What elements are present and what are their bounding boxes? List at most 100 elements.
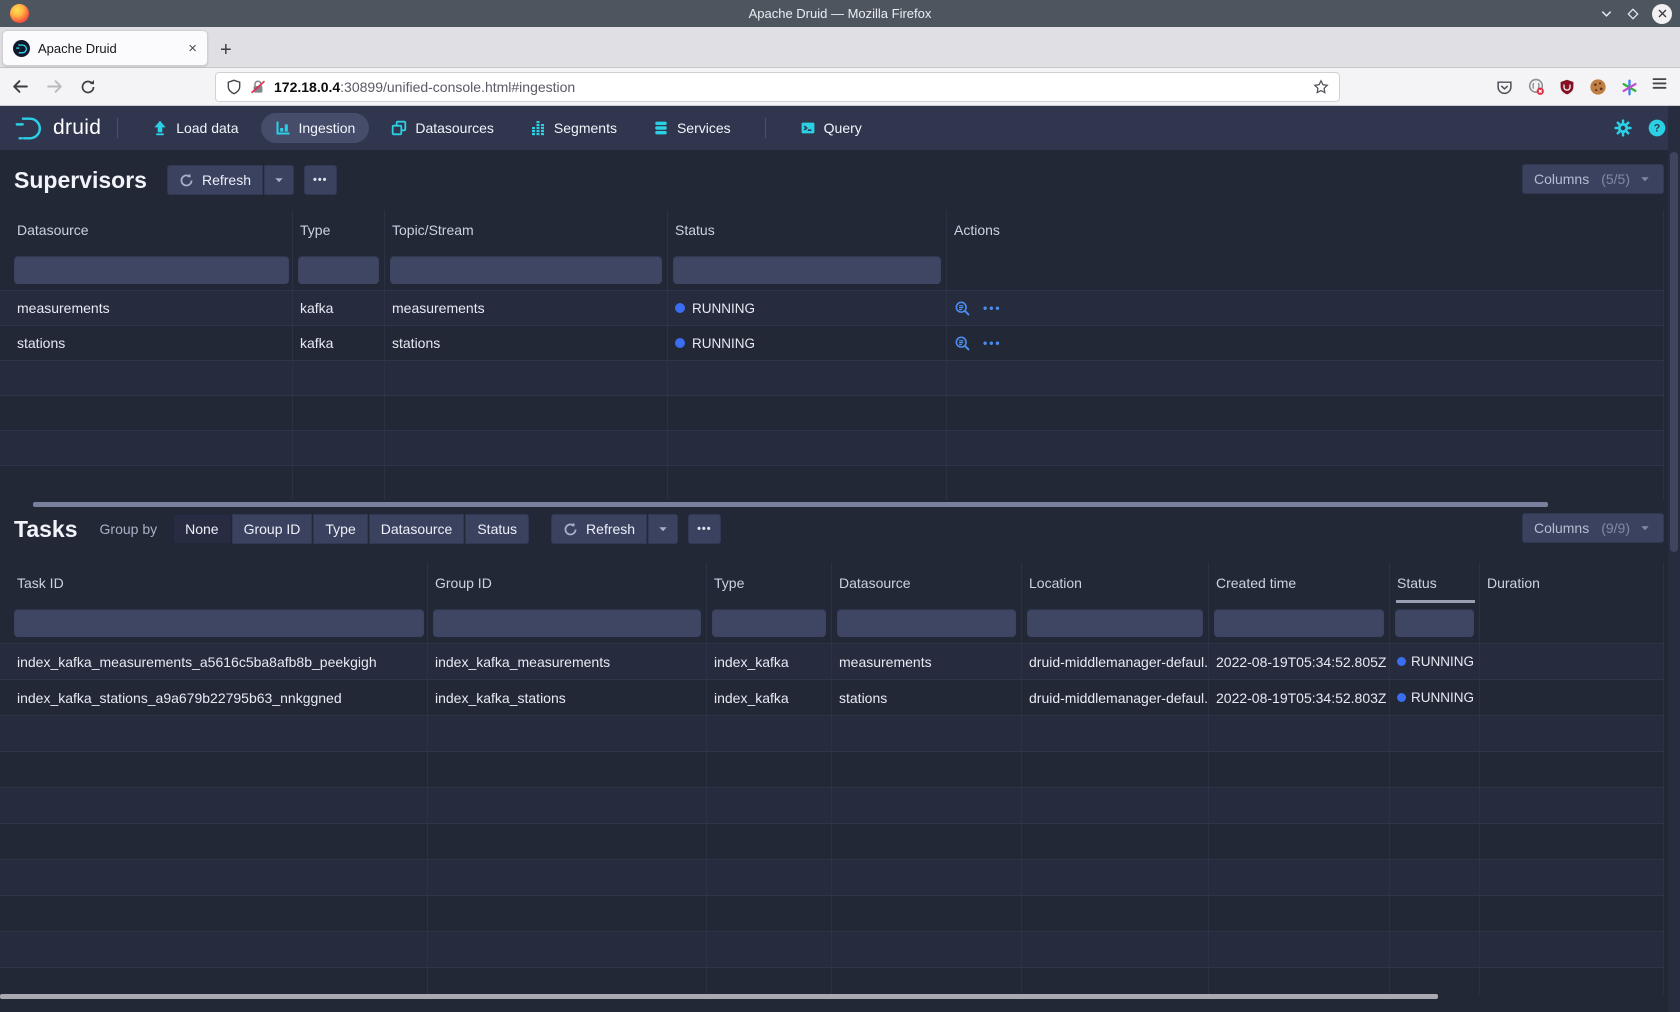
new-tab-button[interactable]: + (220, 40, 232, 60)
col-header-duration[interactable]: Duration (1480, 563, 1664, 603)
close-button[interactable] (1652, 4, 1672, 24)
supervisors-horizontal-scrollbar[interactable] (33, 502, 1548, 507)
empty-row (0, 787, 1664, 823)
maximize-icon[interactable] (1626, 7, 1640, 21)
col-header-type[interactable]: Type (707, 563, 832, 603)
status-text: RUNNING (692, 301, 755, 316)
caret-down-icon (656, 522, 670, 536)
row-more-icon[interactable]: ••• (983, 336, 1002, 350)
container-icon[interactable] (1621, 79, 1638, 96)
bookmark-star-icon[interactable] (1313, 79, 1329, 95)
col-header-task-id[interactable]: Task ID (0, 563, 428, 603)
nav-item-services[interactable]: Services (639, 113, 745, 143)
nav-item-ingestion[interactable]: Ingestion (261, 113, 370, 143)
cell-status: RUNNING (668, 291, 947, 325)
group-by-group-id-button[interactable]: Group ID (232, 514, 313, 544)
caret-down-icon (1638, 521, 1652, 535)
refresh-button[interactable]: Refresh (551, 514, 647, 544)
cell-location: druid-middlemanager-defaul... (1022, 680, 1209, 715)
browser-toolbar: 172.18.0.4:30899/unified-console.html#in… (0, 68, 1680, 106)
url-bar[interactable]: 172.18.0.4:30899/unified-console.html#in… (215, 72, 1340, 102)
insecure-lock-icon[interactable] (250, 79, 266, 95)
detail-magnifier-icon[interactable] (954, 335, 971, 352)
filter-location-input[interactable] (1027, 609, 1203, 637)
group-by-status-button[interactable]: Status (465, 514, 529, 544)
tracking-shield-icon[interactable] (226, 79, 242, 95)
filter-status-input[interactable] (673, 256, 941, 284)
nav-item-datasources[interactable]: Datasources (377, 113, 508, 143)
ublock-icon[interactable] (1559, 79, 1575, 95)
nav-item-load-data[interactable]: Load data (138, 113, 252, 143)
col-header-location[interactable]: Location (1022, 563, 1209, 603)
empty-row (0, 465, 1664, 500)
scrollbar-thumb[interactable] (1670, 152, 1678, 552)
filter-type-input[interactable] (712, 609, 826, 637)
group-by-none-button[interactable]: None (173, 514, 230, 544)
supervisors-filter-row (0, 250, 1664, 290)
back-icon[interactable] (6, 73, 34, 101)
status-text: RUNNING (1411, 654, 1474, 669)
supervisors-columns-button[interactable]: Columns(5/5) (1522, 164, 1664, 194)
druid-console: druid Load data Ingestion Datasources Se… (0, 106, 1680, 1012)
col-header-group-id[interactable]: Group ID (428, 563, 707, 603)
filter-created-time-input[interactable] (1214, 609, 1384, 637)
help-icon[interactable]: ? (1648, 119, 1666, 137)
filter-datasource-input[interactable] (14, 256, 289, 284)
refresh-button[interactable]: Refresh (167, 165, 263, 195)
task-row[interactable]: index_kafka_measurements_a5616c5ba8afb8b… (0, 643, 1664, 679)
detail-magnifier-icon[interactable] (954, 300, 971, 317)
filter-group-id-input[interactable] (433, 609, 701, 637)
refresh-caret-button[interactable] (264, 165, 294, 195)
supervisors-more-button[interactable]: ••• (304, 165, 337, 195)
druid-logo[interactable]: druid (14, 115, 101, 142)
url-text[interactable]: 172.18.0.4:30899/unified-console.html#in… (274, 79, 1305, 95)
filter-type-input[interactable] (298, 256, 379, 284)
account-error-icon[interactable] (1527, 78, 1545, 96)
tab-bar: Apache Druid × + (0, 27, 1680, 68)
empty-row (0, 931, 1664, 967)
forward-icon[interactable] (40, 73, 68, 101)
col-header-topic-stream[interactable]: Topic/Stream (385, 210, 668, 250)
filter-status-input[interactable] (1395, 609, 1474, 637)
nav-label-load-data: Load data (176, 120, 238, 136)
group-by-type-button[interactable]: Type (313, 514, 367, 544)
tasks-columns-button[interactable]: Columns(9/9) (1522, 513, 1664, 543)
tab-close-icon[interactable]: × (188, 41, 197, 56)
row-more-icon[interactable]: ••• (983, 301, 1002, 315)
tasks-header: Tasks Group by None Group ID Type Dataso… (14, 513, 721, 545)
nav-item-segments[interactable]: Segments (516, 113, 631, 143)
cell-location: druid-middlemanager-defaul... (1022, 644, 1209, 679)
col-header-status[interactable]: Status (668, 210, 947, 250)
filter-task-id-input[interactable] (14, 609, 424, 637)
nav-item-query[interactable]: Query (786, 113, 876, 143)
filter-topic-input[interactable] (390, 256, 662, 284)
supervisor-row[interactable]: measurements kafka measurements RUNNING … (0, 290, 1664, 325)
svg-text:?: ? (1654, 123, 1661, 135)
task-row[interactable]: index_kafka_stations_a9a679b22795b63_nnk… (0, 679, 1664, 715)
settings-gear-icon[interactable] (1614, 119, 1632, 137)
tasks-more-button[interactable]: ••• (688, 514, 721, 544)
supervisor-row[interactable]: stations kafka stations RUNNING ••• (0, 325, 1664, 360)
reload-icon[interactable] (74, 73, 102, 101)
filter-datasource-input[interactable] (837, 609, 1016, 637)
col-header-type[interactable]: Type (293, 210, 385, 250)
col-header-actions[interactable]: Actions (947, 210, 1664, 250)
supervisors-table: Datasource Type Topic/Stream Status Acti… (0, 210, 1664, 500)
minimize-icon[interactable] (1599, 6, 1614, 21)
pocket-icon[interactable] (1496, 79, 1513, 96)
col-header-status-sorted[interactable]: Status (1390, 563, 1480, 603)
refresh-caret-button[interactable] (648, 514, 678, 544)
tasks-horizontal-scrollbar[interactable] (0, 994, 1438, 999)
col-header-created-time[interactable]: Created time (1209, 563, 1390, 603)
page-vertical-scrollbar[interactable] (1668, 106, 1680, 1012)
druid-nav: druid Load data Ingestion Datasources Se… (0, 106, 1680, 150)
cookie-icon[interactable] (1589, 78, 1607, 96)
group-by-datasource-button[interactable]: Datasource (369, 514, 465, 544)
query-icon (800, 120, 816, 136)
cell-type: index_kafka (707, 680, 832, 715)
col-header-datasource[interactable]: Datasource (0, 210, 293, 250)
cell-type: kafka (293, 326, 385, 360)
col-header-datasource[interactable]: Datasource (832, 563, 1022, 603)
browser-tab[interactable]: Apache Druid × (2, 30, 208, 66)
menu-hamburger-icon[interactable] (1651, 75, 1668, 92)
